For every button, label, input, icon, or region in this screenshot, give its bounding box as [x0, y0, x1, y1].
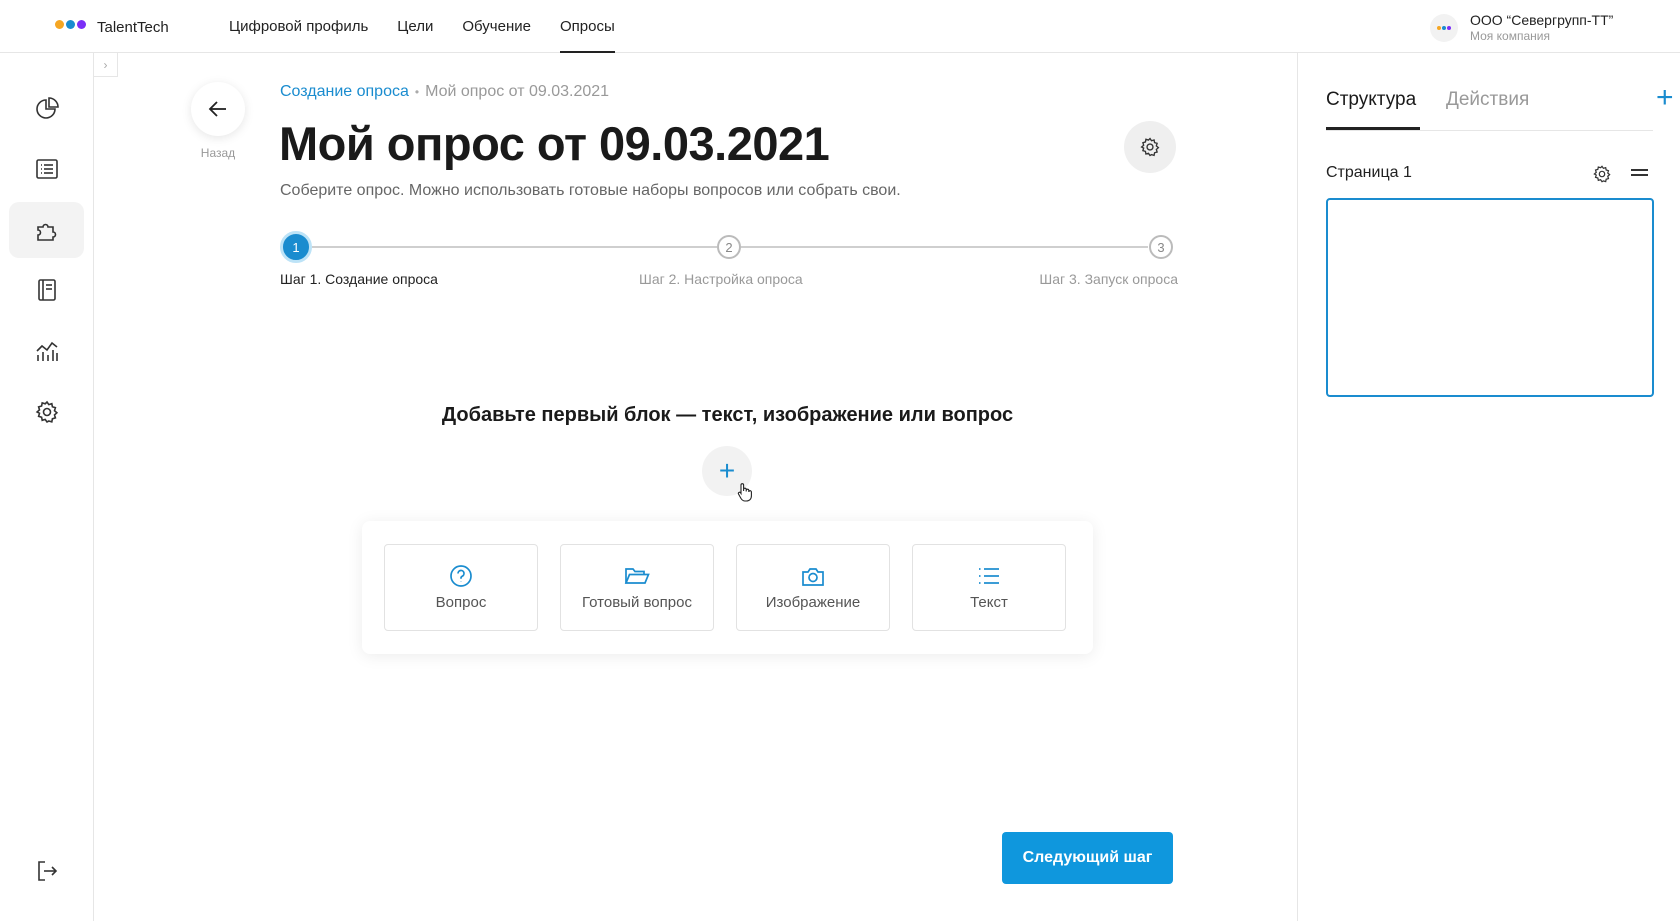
tab-structure[interactable]: Структура	[1326, 89, 1416, 111]
list-icon	[35, 159, 58, 179]
block-option-text[interactable]: Текст	[912, 544, 1066, 631]
structure-tabs: Структура Действия +	[1326, 53, 1674, 131]
sidebar-item-list[interactable]	[9, 141, 84, 197]
analytics-icon	[35, 341, 58, 361]
breadcrumb: Создание опроса • Мой опрос от 09.03.202…	[280, 83, 609, 101]
chevron-right-icon: ›	[103, 57, 108, 72]
company-switcher[interactable]: ООО “Севергрупп-ТТ” Моя компания	[1430, 12, 1613, 43]
step-3-label: Шаг 3. Запуск опроса	[1039, 271, 1178, 287]
gear-icon	[1593, 165, 1611, 183]
book-icon	[37, 279, 56, 301]
tab-actions[interactable]: Действия	[1446, 89, 1529, 111]
sidebar-item-logout[interactable]	[9, 843, 84, 899]
breadcrumb-link[interactable]: Создание опроса	[280, 83, 409, 101]
step-1-label: Шаг 1. Создание опроса	[280, 271, 438, 287]
block-type-panel: Вопрос Готовый вопрос Изображение Текст	[362, 521, 1093, 654]
drag-handle-icon[interactable]	[1631, 169, 1648, 177]
structure-panel: Структура Действия + Страница 1	[1297, 53, 1680, 921]
logo-dot	[77, 20, 86, 29]
back-button[interactable]	[191, 82, 245, 136]
block-option-label: Изображение	[765, 594, 861, 611]
step-connector	[312, 246, 717, 248]
step-3-indicator[interactable]: 3	[1149, 235, 1173, 259]
step-2-label: Шаг 2. Настройка опроса	[639, 271, 803, 287]
step-connector	[741, 246, 1148, 248]
nav-item-goals[interactable]: Цели	[397, 0, 433, 53]
page-row: Страница 1	[1326, 160, 1653, 190]
stepper: 1 2 3 Шаг 1. Создание опроса Шаг 2. Наст…	[280, 230, 1178, 290]
nav-item-learning[interactable]: Обучение	[462, 0, 531, 53]
active-tab-indicator	[1326, 127, 1420, 130]
top-nav: Цифровой профиль Цели Обучение Опросы	[229, 0, 644, 53]
sidebar-item-dashboard[interactable]	[9, 81, 84, 137]
sidebar-item-library[interactable]	[9, 262, 84, 318]
logo-dot	[66, 20, 75, 29]
pie-chart-icon	[35, 97, 59, 119]
block-option-label: Текст	[970, 594, 1008, 611]
page-subtitle: Соберите опрос. Можно использовать готов…	[280, 182, 901, 199]
survey-settings-button[interactable]	[1124, 121, 1176, 173]
breadcrumb-separator: •	[414, 85, 420, 99]
camera-icon	[802, 568, 824, 586]
logout-icon	[37, 861, 57, 881]
plus-icon: +	[718, 455, 736, 486]
logo-dot	[55, 20, 64, 29]
sidebar-collapse-toggle[interactable]: ›	[94, 53, 118, 77]
page-title: Мой опрос от 09.03.2021	[279, 117, 830, 170]
folder-icon	[624, 568, 650, 584]
question-icon	[450, 565, 472, 587]
step-1-indicator[interactable]: 1	[280, 231, 312, 263]
block-option-image[interactable]: Изображение	[736, 544, 890, 631]
nav-item-surveys[interactable]: Опросы	[559, 0, 615, 53]
breadcrumb-current: Мой опрос от 09.03.2021	[425, 83, 610, 100]
arrow-left-icon	[208, 101, 226, 117]
company-info: ООО “Севергрупп-ТТ” Моя компания	[1470, 12, 1613, 43]
company-avatar	[1430, 13, 1458, 42]
page-label[interactable]: Страница 1	[1326, 164, 1412, 182]
step-2-indicator[interactable]: 2	[717, 235, 741, 259]
nav-item-digital-profile[interactable]: Цифровой профиль	[229, 0, 368, 53]
text-list-icon	[979, 568, 999, 584]
block-option-label: Готовый вопрос	[582, 594, 692, 611]
puzzle-icon	[36, 223, 56, 241]
company-name: ООО “Севергрупп-ТТ”	[1470, 12, 1614, 28]
block-option-ready-question[interactable]: Готовый вопрос	[560, 544, 714, 631]
company-subtitle: Моя компания	[1470, 29, 1550, 43]
top-bar: TalentTech Цифровой профиль Цели Обучени…	[0, 0, 1680, 53]
block-option-question[interactable]: Вопрос	[384, 544, 538, 631]
gear-icon	[1140, 137, 1160, 157]
sidebar-item-modules[interactable]	[9, 202, 84, 258]
page-dropzone[interactable]	[1326, 198, 1654, 397]
gear-icon	[35, 400, 58, 424]
sidebar-item-settings[interactable]	[9, 384, 84, 440]
empty-state-title: Добавьте первый блок — текст, изображени…	[441, 404, 1014, 426]
back-label: Назад	[200, 146, 236, 160]
add-page-button[interactable]: +	[1656, 83, 1674, 113]
page-settings-button[interactable]	[1592, 164, 1612, 184]
next-step-button[interactable]: Следующий шаг	[1002, 832, 1173, 884]
block-option-label: Вопрос	[435, 594, 487, 611]
logo-icon[interactable]	[55, 20, 88, 29]
app-name[interactable]: TalentTech	[97, 19, 169, 36]
sidebar-item-analytics[interactable]	[9, 323, 84, 379]
hand-cursor-icon	[737, 483, 752, 502]
